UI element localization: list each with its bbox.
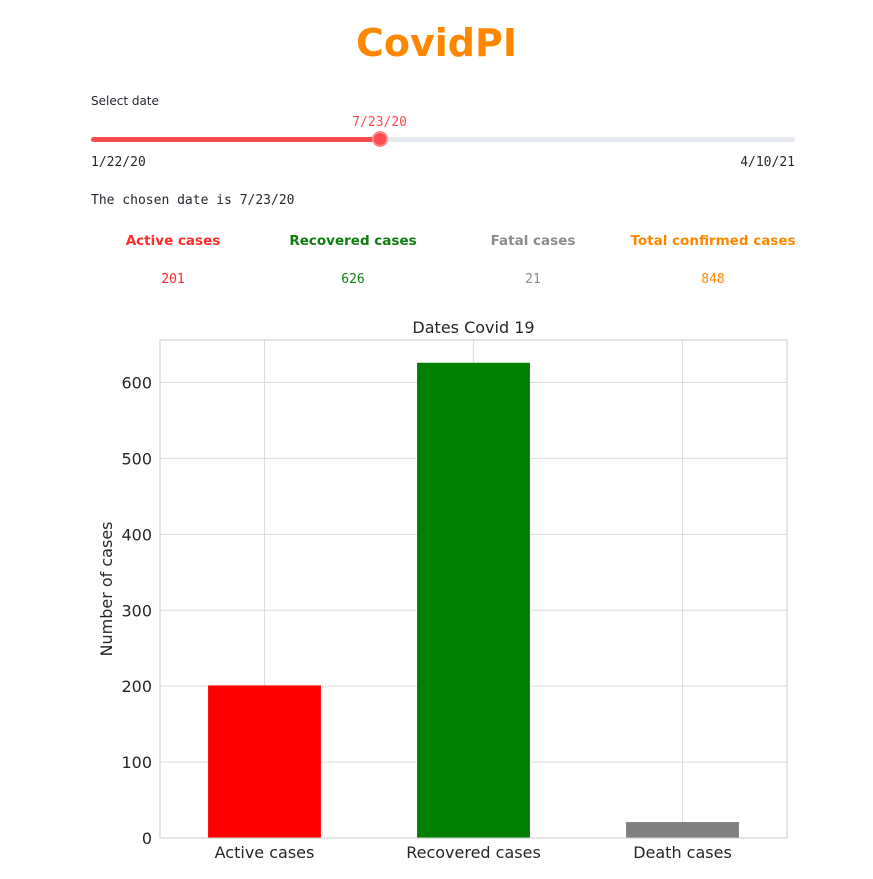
metric-fatal-label: Fatal cases	[490, 233, 576, 249]
cases-chart: Dates Covid 19 Number of cases 0 100 200 30…	[0, 305, 873, 875]
chart-y-tick-label: 500	[121, 449, 152, 468]
metric-recovered: Recovered cases 626	[263, 232, 443, 288]
metric-active: Active cases 201	[83, 232, 263, 288]
case-metrics: Active cases 201 Recovered cases 626 Fat…	[83, 232, 803, 302]
chart-y-tick-label: 0	[142, 829, 152, 848]
metric-recovered-label: Recovered cases	[289, 233, 417, 249]
metric-total: Total confirmed cases 848	[623, 232, 803, 288]
metric-active-value: 201	[161, 272, 185, 287]
chart-x-tick-label: Death cases	[633, 843, 732, 862]
chart-x-ticks: Active cases Recovered cases Death cases	[215, 843, 732, 862]
chart-y-tick-label: 600	[121, 374, 152, 393]
date-slider-thumb[interactable]	[371, 131, 388, 147]
date-slider-max: 4/10/21	[740, 155, 795, 170]
chart-y-tick-label: 200	[121, 677, 152, 696]
chart-title: Dates Covid 19	[412, 318, 534, 337]
metric-active-label: Active cases	[125, 233, 221, 249]
chart-y-axis-label: Number of cases	[97, 522, 116, 657]
chart-x-tick-label: Active cases	[215, 843, 315, 862]
date-slider[interactable]: 7/23/20	[91, 115, 795, 147]
chart-y-tick-label: 300	[121, 601, 152, 620]
cases-bar-chart: Dates Covid 19 Number of cases 0 100 200 30…	[97, 318, 788, 862]
metric-total-label: Total confirmed cases	[630, 233, 796, 249]
chart-bar-active-cases	[208, 685, 321, 838]
chart-y-ticks: 0 100 200 300 400 500 600	[121, 374, 152, 848]
date-slider-fill	[91, 137, 380, 142]
date-slider-min: 1/22/20	[91, 155, 146, 170]
metric-fatal: Fatal cases 21	[443, 232, 623, 288]
chosen-date-text: The chosen date is 7/23/20	[91, 193, 295, 208]
chart-y-tick-label: 400	[121, 525, 152, 544]
app-title: CovidPI	[356, 21, 517, 65]
date-slider-value: 7/23/20	[352, 115, 408, 130]
chart-bar-recovered-cases	[417, 362, 530, 838]
date-slider-label: Select date	[91, 94, 159, 108]
metric-fatal-value: 21	[525, 272, 541, 287]
chart-bars	[208, 362, 739, 838]
chart-x-tick-label: Recovered cases	[406, 843, 541, 862]
metric-recovered-value: 626	[341, 272, 365, 287]
chart-bar-death-cases	[626, 822, 739, 838]
chart-y-tick-label: 100	[121, 753, 152, 772]
metric-total-value: 848	[701, 272, 725, 287]
